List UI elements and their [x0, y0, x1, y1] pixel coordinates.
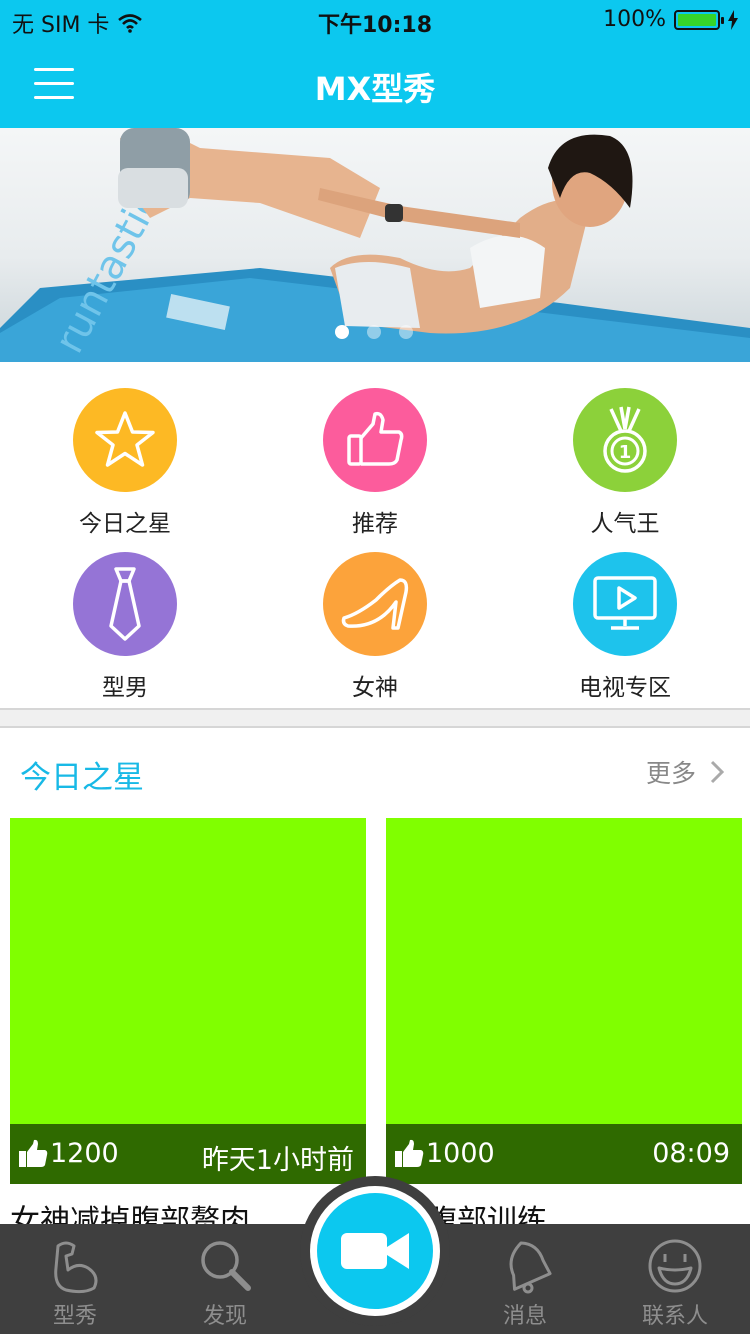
section-title: 今日之星 [20, 760, 144, 796]
category-popular[interactable]: 1 人气王 [500, 388, 750, 538]
tab-label: 消息 [502, 1304, 547, 1329]
thumbs-up-icon [19, 1139, 48, 1167]
tie-icon [73, 552, 177, 656]
carousel-dot[interactable] [367, 325, 381, 339]
banner-carousel[interactable]: runtastic [0, 128, 750, 362]
muscle-arm-icon [0, 1224, 150, 1294]
category-tv-zone[interactable]: 电视专区 [500, 552, 750, 702]
tab-discover[interactable]: 发现 [150, 1224, 300, 1334]
card-time: 昨天1小时前 [201, 1145, 354, 1176]
charging-icon [728, 9, 738, 30]
carousel-indicator [335, 325, 413, 339]
tv-play-icon [573, 552, 677, 656]
category-handsome-men[interactable]: 型男 [0, 552, 250, 702]
likes-count: 1000 [426, 1138, 495, 1169]
tab-label: 型秀 [52, 1304, 97, 1329]
status-bar: 无 SIM 卡 下午10:18 100% [0, 0, 750, 40]
star-icon [73, 388, 177, 492]
category-label: 型男 [102, 675, 148, 701]
battery-percent: 100% [603, 7, 666, 32]
nav-title: MX型秀 [314, 70, 436, 108]
tab-showcase[interactable]: 型秀 [0, 1224, 150, 1334]
nav-bar: MX型秀 [0, 40, 750, 128]
bell-icon [450, 1224, 600, 1294]
category-label: 电视专区 [579, 675, 671, 701]
category-goddess[interactable]: 女神 [250, 552, 500, 702]
tab-contacts[interactable]: 联系人 [600, 1224, 750, 1334]
tab-label: 联系人 [641, 1304, 708, 1329]
tab-label: 发现 [202, 1304, 247, 1329]
carousel-dot[interactable] [335, 325, 349, 339]
category-today-star[interactable]: 今日之星 [0, 388, 250, 538]
category-recommended[interactable]: 推荐 [250, 388, 500, 538]
carousel-dot[interactable] [399, 325, 413, 339]
card-meta: 1200 昨天1小时前 [10, 1124, 366, 1184]
category-grid: 今日之星 推荐 1 人气王 型男 女神 电视专区 [0, 362, 750, 708]
likes: 1200 [18, 1138, 119, 1169]
more-link[interactable]: 更多 [646, 754, 724, 790]
svg-text:1: 1 [619, 442, 632, 463]
record-video-button[interactable] [310, 1186, 440, 1316]
category-label: 女神 [352, 675, 398, 701]
video-card[interactable]: 1200 昨天1小时前 [10, 818, 366, 1184]
category-label: 推荐 [352, 511, 398, 537]
category-label: 今日之星 [79, 511, 171, 537]
thumbs-up-icon [395, 1139, 424, 1167]
video-card[interactable]: 1000 08:09 [386, 818, 742, 1184]
section-divider [0, 708, 750, 728]
smiley-icon [600, 1224, 750, 1294]
chevron-right-icon [710, 760, 724, 784]
battery-icon [674, 9, 724, 30]
likes: 1000 [394, 1138, 495, 1169]
search-icon [150, 1224, 300, 1294]
section-header: 今日之星 更多 [0, 728, 750, 814]
tab-messages[interactable]: 消息 [450, 1224, 600, 1334]
card-meta: 1000 08:09 [386, 1124, 742, 1184]
status-right: 100% [603, 7, 738, 32]
medal-icon: 1 [573, 388, 677, 492]
high-heel-icon [323, 552, 427, 656]
more-label: 更多 [645, 759, 696, 788]
category-label: 人气王 [590, 511, 660, 537]
likes-count: 1200 [50, 1138, 119, 1169]
video-camera-icon [317, 1193, 433, 1309]
card-time: 08:09 [652, 1138, 730, 1169]
thumbs-up-icon [323, 388, 427, 492]
